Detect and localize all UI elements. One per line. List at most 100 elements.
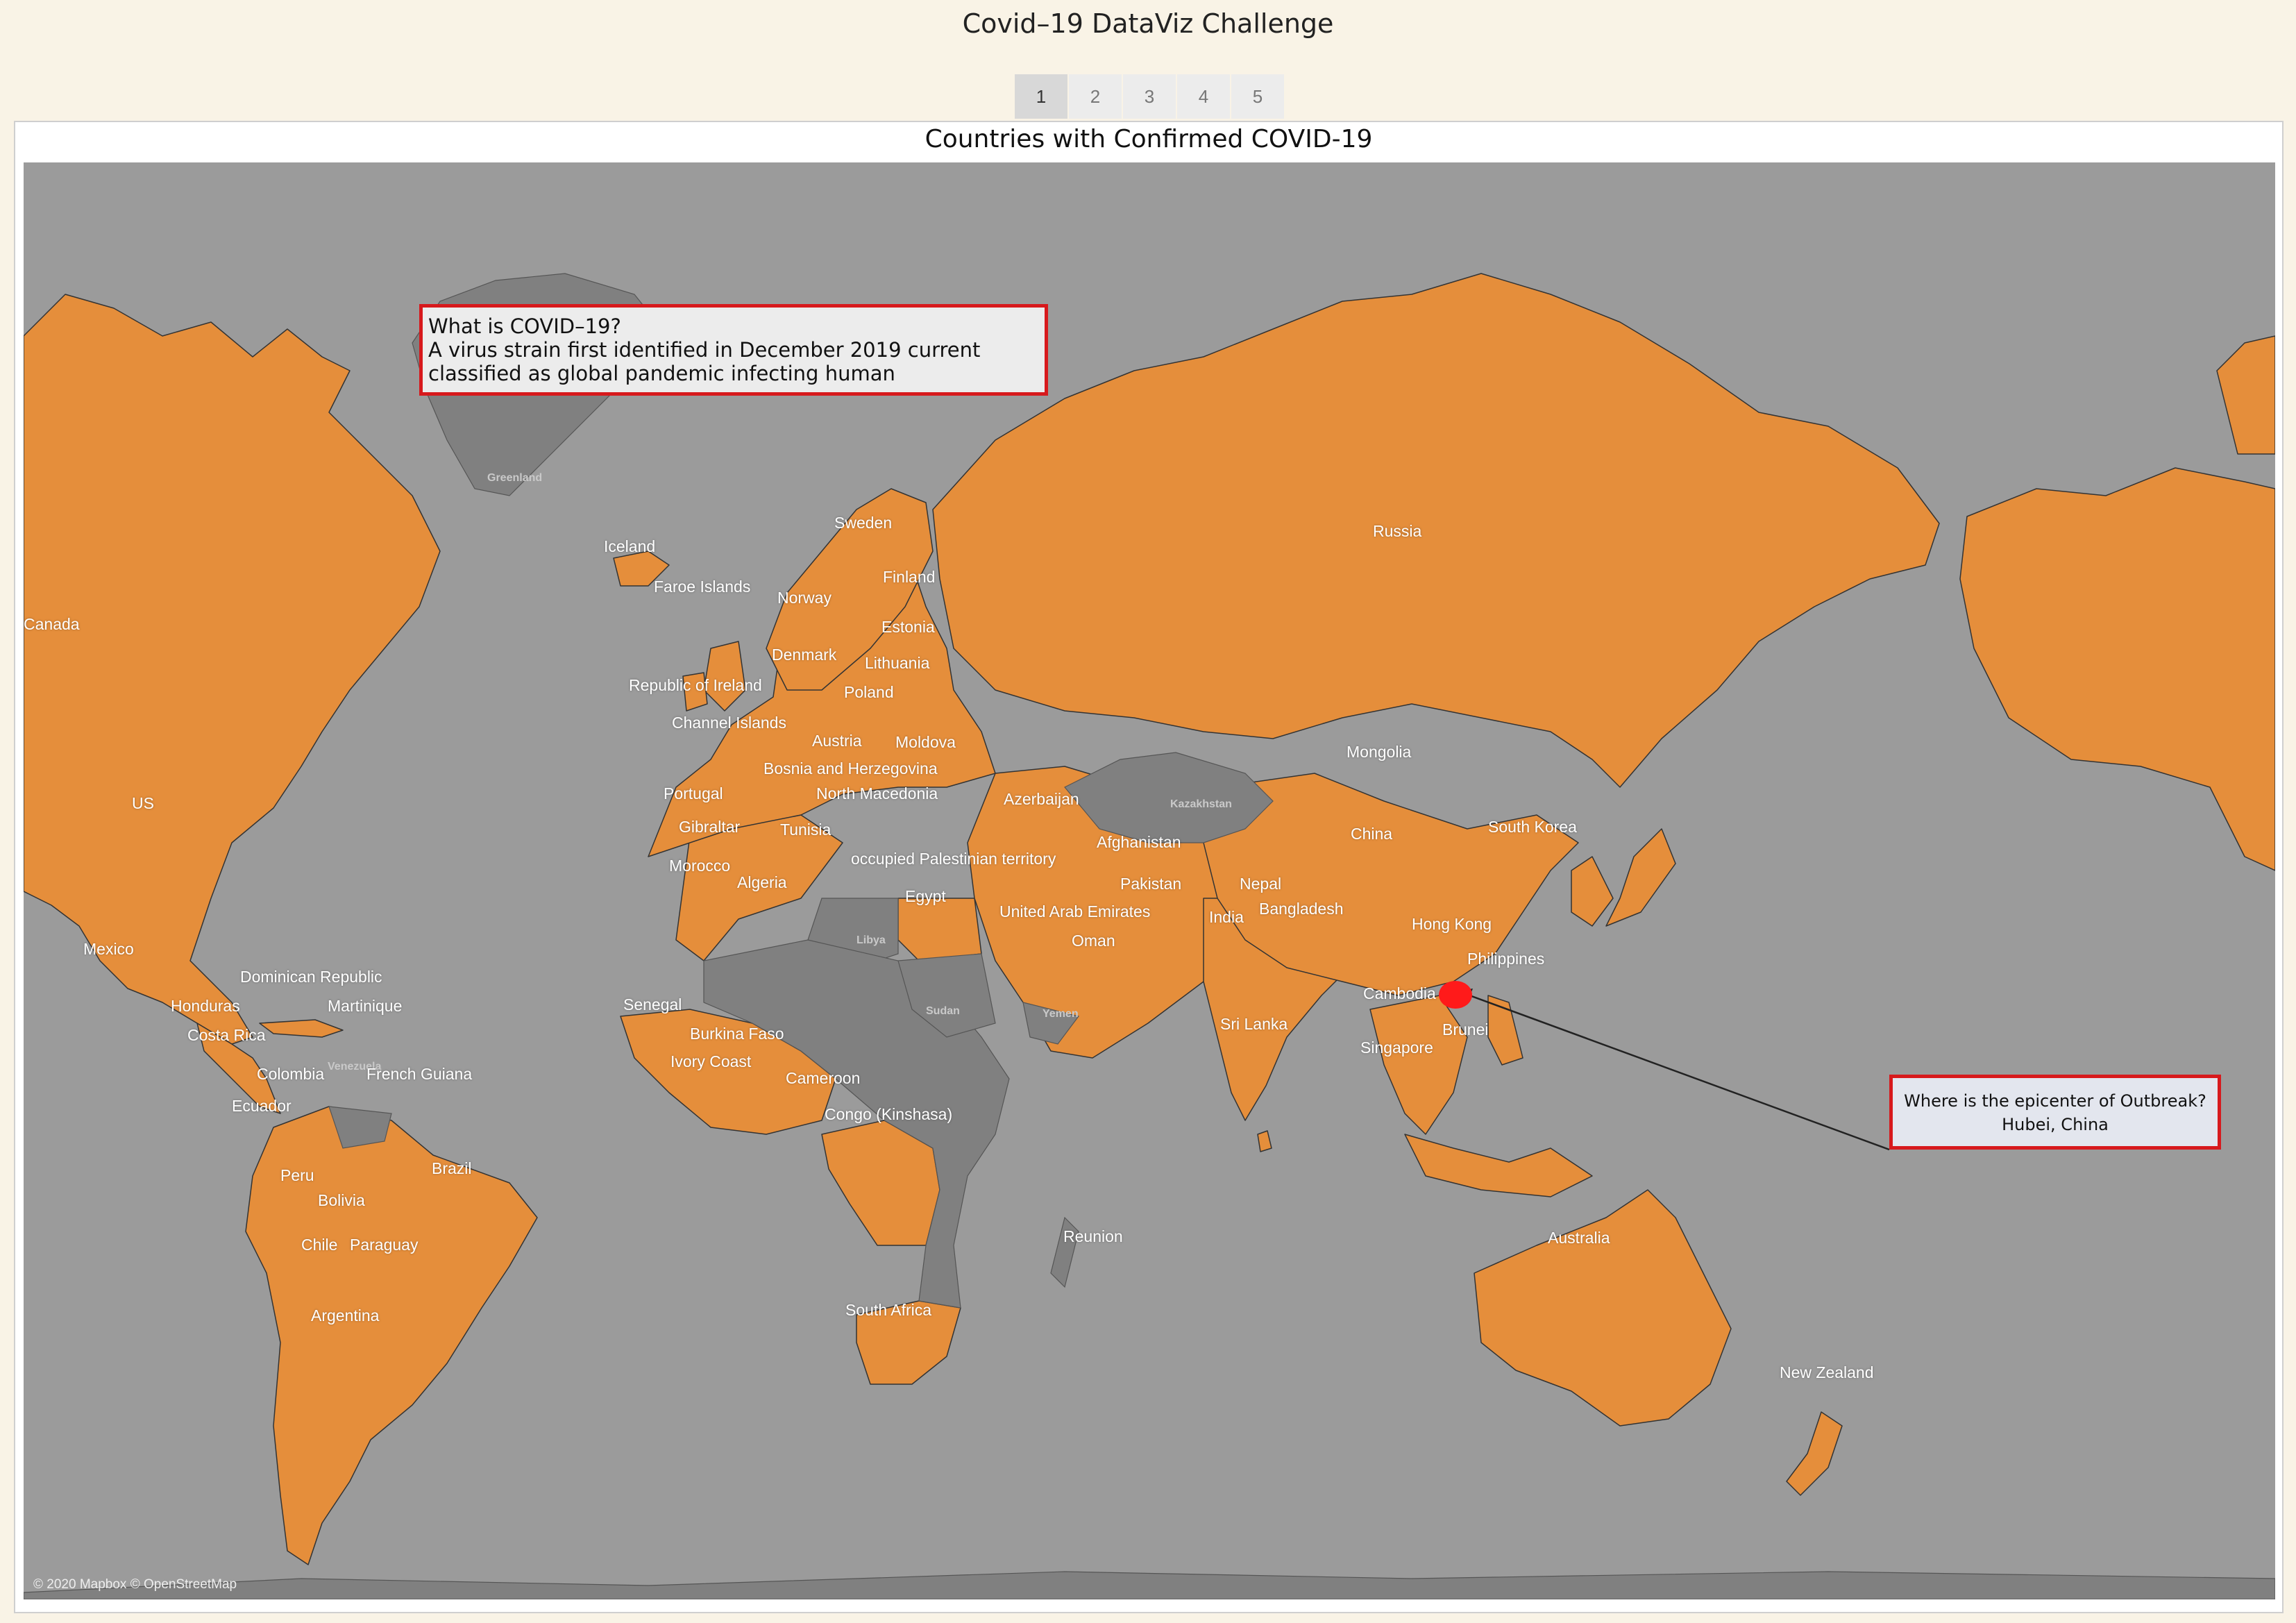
alaska-shape <box>1959 467 2275 871</box>
label-yemen: Yemen <box>1043 1008 1079 1020</box>
label-india: India <box>1209 908 1244 926</box>
label-sri-lanka: Sri Lanka <box>1220 1015 1288 1033</box>
app-title: Covid–19 DataViz Challenge <box>962 8 1334 39</box>
label-nepal: Nepal <box>1240 875 1282 893</box>
label-canada: Canada <box>24 615 80 633</box>
label-cameroon: Cameroon <box>786 1069 861 1087</box>
label-morocco: Morocco <box>669 857 731 875</box>
label-algeria: Algeria <box>737 873 787 891</box>
label-gibraltar: Gibraltar <box>679 818 741 836</box>
label-moldova: Moldova <box>895 733 956 751</box>
info-line-2: A virus strain first identified in Decem… <box>428 338 981 362</box>
label-dominican: Dominican Republic <box>240 968 382 986</box>
label-bosnia: Bosnia and Herzegovina <box>763 759 938 777</box>
southeast-asia-shape <box>1369 995 1468 1135</box>
label-singapore: Singapore <box>1360 1038 1433 1057</box>
epicenter-answer: Hubei, China <box>2002 1115 2109 1134</box>
label-chile: Chile <box>301 1236 338 1254</box>
greenland-edge-shape <box>2216 335 2275 455</box>
page-2-button[interactable]: 2 <box>1069 74 1122 119</box>
label-colombia: Colombia <box>257 1065 325 1083</box>
map-copyright: © 2020 Mapbox © OpenStreetMap <box>33 1577 237 1592</box>
label-palestine: occupied Palestinian territory <box>851 850 1056 868</box>
page-1-button[interactable]: 1 <box>1015 74 1067 119</box>
caribbean-shape <box>259 1019 344 1038</box>
story-pager: 1 2 3 4 5 <box>1015 74 1284 119</box>
label-austria: Austria <box>812 732 862 750</box>
label-oman: Oman <box>1072 932 1115 950</box>
label-reunion: Reunion <box>1063 1227 1123 1245</box>
info-title: What is COVID–19? <box>428 314 621 338</box>
page-4-button[interactable]: 4 <box>1177 74 1230 119</box>
world-map[interactable]: Greenland Kazakhstan Libya Sudan Yemen V… <box>24 162 2275 1599</box>
label-sudan: Sudan <box>926 1005 960 1017</box>
label-denmark: Denmark <box>772 646 837 664</box>
label-china: China <box>1351 825 1393 843</box>
label-french-guiana: French Guiana <box>366 1065 473 1083</box>
label-lithuania: Lithuania <box>865 654 930 672</box>
label-ivory-coast: Ivory Coast <box>670 1052 752 1070</box>
label-iceland: Iceland <box>604 537 656 555</box>
label-south-korea: South Korea <box>1488 818 1577 836</box>
north-america-shape <box>24 294 441 1045</box>
label-mexico: Mexico <box>83 940 134 958</box>
label-libya: Libya <box>856 934 886 946</box>
label-faroe: Faroe Islands <box>654 578 751 596</box>
info-line-3: classified as global pandemic infecting … <box>428 362 895 385</box>
label-cambodia: Cambodia <box>1363 984 1436 1002</box>
label-us: US <box>132 794 154 812</box>
philippines-shape <box>1487 995 1523 1066</box>
label-south-africa: South Africa <box>845 1301 932 1319</box>
label-russia: Russia <box>1373 522 1422 540</box>
label-portugal: Portugal <box>664 784 723 802</box>
label-brunei: Brunei <box>1442 1020 1489 1038</box>
label-egypt: Egypt <box>905 887 946 905</box>
label-mongolia: Mongolia <box>1347 743 1412 761</box>
label-finland: Finland <box>883 568 936 586</box>
label-ecuador: Ecuador <box>232 1097 292 1115</box>
label-philippines: Philippines <box>1467 950 1545 968</box>
label-new-zealand: New Zealand <box>1780 1363 1874 1381</box>
label-kazakhstan: Kazakhstan <box>1170 798 1232 810</box>
label-peru: Peru <box>280 1166 314 1184</box>
dashboard-title: Countries with Confirmed COVID-19 <box>925 125 1373 153</box>
label-ireland: Republic of Ireland <box>629 676 762 694</box>
label-macedonia: North Macedonia <box>816 784 938 802</box>
label-afghanistan: Afghanistan <box>1097 833 1181 851</box>
korea-japan-shape <box>1571 828 1676 927</box>
label-sweden: Sweden <box>834 514 893 532</box>
australia-shape <box>1474 1189 1732 1427</box>
page-3-button[interactable]: 3 <box>1123 74 1176 119</box>
epicenter-annotation: Where is the epicenter of Outbreak? Hube… <box>1889 1075 2221 1150</box>
label-estonia: Estonia <box>881 618 935 636</box>
egypt-shape <box>897 898 982 961</box>
epicenter-marker <box>1439 981 1472 1009</box>
russia-shape <box>932 273 1940 788</box>
label-channel-islands: Channel Islands <box>672 714 786 732</box>
label-poland: Poland <box>844 683 894 701</box>
label-bangladesh: Bangladesh <box>1259 900 1344 918</box>
new-zealand-shape <box>1786 1411 1843 1496</box>
label-senegal: Senegal <box>623 995 682 1014</box>
label-bolivia: Bolivia <box>318 1191 365 1209</box>
label-azerbaijan: Azerbaijan <box>1004 790 1079 808</box>
label-tunisia: Tunisia <box>780 821 832 839</box>
label-pakistan: Pakistan <box>1120 875 1182 893</box>
antarctica-shape <box>24 1571 2275 1599</box>
page-5-button[interactable]: 5 <box>1231 74 1284 119</box>
label-argentina: Argentina <box>311 1306 380 1325</box>
label-burkina: Burkina Faso <box>690 1025 784 1043</box>
dashboard-panel: Countries with Confirmed COVID-19 Greenl… <box>14 121 2284 1613</box>
epicenter-question: Where is the epicenter of Outbreak? <box>1904 1091 2206 1111</box>
maritime-asia-shape <box>1404 1134 1593 1197</box>
label-australia: Australia <box>1548 1229 1610 1247</box>
epicenter-arrow-line <box>1465 993 1890 1151</box>
label-congo: Congo (Kinshasa) <box>825 1105 953 1123</box>
label-paraguay: Paraguay <box>350 1236 419 1254</box>
label-uae: United Arab Emirates <box>999 902 1151 920</box>
label-brazil: Brazil <box>432 1159 472 1177</box>
label-greenland: Greenland <box>487 472 543 484</box>
label-honduras: Honduras <box>171 997 240 1015</box>
sri-lanka-shape <box>1257 1130 1272 1152</box>
label-costa-rica: Costa Rica <box>187 1026 266 1044</box>
